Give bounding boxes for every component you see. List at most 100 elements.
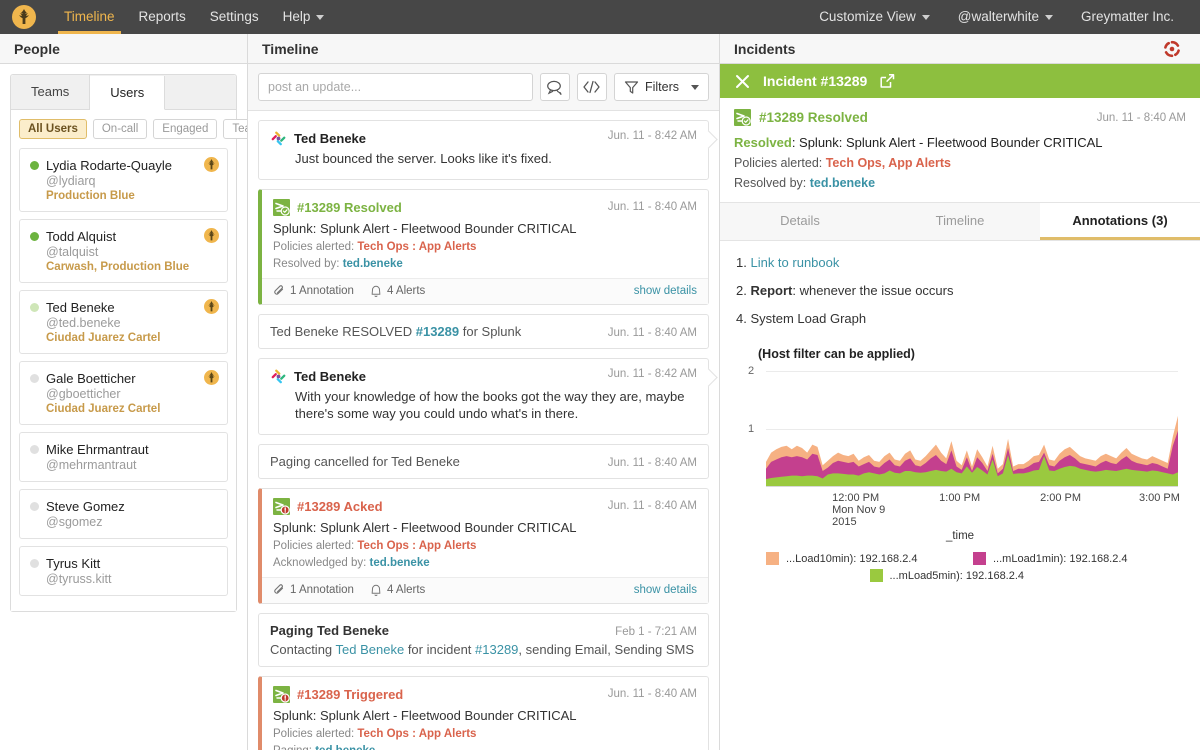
post-update-bar: Filters xyxy=(248,64,719,111)
alert-count[interactable]: 4 Alerts xyxy=(370,584,425,597)
filters-button[interactable]: Filters xyxy=(614,73,709,101)
people-tabs: Teams Users xyxy=(11,75,236,110)
timeline-event-list[interactable]: Ted BenekeJun. 11 - 8:42 AMJust bounced … xyxy=(248,111,719,750)
main-content: Teams Users All Users On-call Engaged Te… xyxy=(0,64,1200,750)
user-card[interactable]: Todd Alquist@talquistCarwash, Production… xyxy=(19,219,228,283)
chart-legend-item[interactable]: ...Load10min): 192.168.2.4 xyxy=(766,552,947,565)
timeline-incident-event[interactable]: #13289 TriggeredJun. 11 - 8:40 AMSplunk:… xyxy=(258,676,709,750)
annotation-count[interactable]: 1 Annotation xyxy=(273,285,354,297)
tab-annotations[interactable]: Annotations (3) xyxy=(1040,203,1200,240)
user-teams: Ciudad Juarez Cartel xyxy=(46,403,217,415)
tab-teams[interactable]: Teams xyxy=(11,75,90,109)
actor-value[interactable]: ted.beneke xyxy=(315,745,375,750)
user-card[interactable]: Ted Beneke@ted.benekeCiudad Juarez Carte… xyxy=(19,290,228,354)
user-card[interactable]: Steve Gomez@sgomez xyxy=(19,489,228,539)
chat-bubble-icon[interactable] xyxy=(540,73,570,101)
filter-all-users[interactable]: All Users xyxy=(19,119,87,139)
nav-customize-view[interactable]: Customize View xyxy=(805,0,944,34)
chart-x-tick-label: 1:00 PM xyxy=(939,492,980,504)
filter-on-call[interactable]: On-call xyxy=(93,119,147,139)
filters-button-label: Filters xyxy=(645,80,679,94)
event-timestamp: Jun. 11 - 8:40 AM xyxy=(598,201,697,213)
tab-users[interactable]: Users xyxy=(90,76,165,110)
incident-detail-subject: Resolved: Splunk: Splunk Alert - Fleetwo… xyxy=(734,135,1186,150)
primary-nav-links: Timeline Reports Settings Help xyxy=(52,0,336,34)
external-link-icon[interactable] xyxy=(879,73,895,89)
timeline-status-event[interactable]: Paging cancelled for Ted BenekeJun. 11 -… xyxy=(258,444,709,479)
user-status-dot xyxy=(30,303,39,312)
acorn-logo[interactable] xyxy=(12,5,36,29)
tab-details[interactable]: Details xyxy=(720,203,880,240)
actor-value[interactable]: ted.beneke xyxy=(343,258,403,270)
timeline-incident-event[interactable]: #13289 ResolvedJun. 11 - 8:40 AMSplunk: … xyxy=(258,189,709,305)
refresh-icon[interactable] xyxy=(1162,39,1182,59)
paperclip-icon xyxy=(273,285,285,297)
policies-value[interactable]: Tech Ops : App Alerts xyxy=(357,728,476,740)
user-name: Steve Gomez xyxy=(46,499,125,514)
alert-count-label: 4 Alerts xyxy=(387,584,425,596)
incident-detail-policies-value[interactable]: Tech Ops, App Alerts xyxy=(826,156,951,170)
user-handle: @mehrmantraut xyxy=(46,458,217,472)
tab-incident-timeline[interactable]: Timeline xyxy=(880,203,1040,240)
user-card[interactable]: Mike Ehrmantraut@mehrmantraut xyxy=(19,432,228,482)
chart-legend-item[interactable]: ...mLoad5min): 192.168.2.4 xyxy=(870,569,1051,582)
paged-user-link[interactable]: Ted Beneke xyxy=(336,642,405,657)
annotation-count[interactable]: 1 Annotation xyxy=(273,584,354,596)
incident-link[interactable]: #13289 xyxy=(416,324,459,339)
show-details-link[interactable]: show details xyxy=(634,584,697,596)
alert-count[interactable]: 4 Alerts xyxy=(370,285,425,298)
chart-y-tick-label: 1 xyxy=(748,423,754,435)
filter-teammates[interactable]: Teammates xyxy=(223,119,248,139)
timeline-paging-event[interactable]: Paging Ted BenekeFeb 1 - 7:21 AMContacti… xyxy=(258,613,709,667)
incident-detail-id: #13289 Resolved xyxy=(759,110,868,125)
timeline-incident-event[interactable]: #13289 AckedJun. 11 - 8:40 AMSplunk: Spl… xyxy=(258,488,709,604)
incident-subject: Splunk: Splunk Alert - Fleetwood Bounder… xyxy=(273,520,697,535)
user-status-dot xyxy=(30,161,39,170)
event-timestamp: Jun. 11 - 8:42 AM xyxy=(598,130,697,142)
show-details-link[interactable]: show details xyxy=(634,285,697,297)
nav-user-menu[interactable]: @walterwhite xyxy=(944,0,1067,34)
incident-id: #13289 xyxy=(297,200,340,215)
nav-link-timeline-label: Timeline xyxy=(64,9,115,24)
nav-link-timeline[interactable]: Timeline xyxy=(52,0,127,34)
nav-link-help[interactable]: Help xyxy=(271,0,337,34)
user-name: Mike Ehrmantraut xyxy=(46,442,149,457)
policies-value[interactable]: Tech Ops : App Alerts xyxy=(357,540,476,552)
policies-value[interactable]: Tech Ops : App Alerts xyxy=(357,241,476,253)
annotation-number: 1. xyxy=(736,255,747,270)
system-load-chart: (Host filter can be applied) 12 12:00 PM… xyxy=(720,343,1200,582)
actor-value[interactable]: ted.beneke xyxy=(370,557,430,569)
incident-link[interactable]: #13289 xyxy=(475,642,518,657)
chart-legend-item[interactable]: ...mLoad1min): 192.168.2.4 xyxy=(973,552,1154,565)
post-update-input[interactable] xyxy=(258,73,533,101)
on-call-badge-icon xyxy=(204,228,219,243)
code-icon[interactable] xyxy=(577,73,607,101)
nav-link-reports[interactable]: Reports xyxy=(127,0,198,34)
nav-link-settings[interactable]: Settings xyxy=(198,0,271,34)
user-card[interactable]: Gale Boetticher@gboetticherCiudad Juarez… xyxy=(19,361,228,425)
people-panel: Teams Users All Users On-call Engaged Te… xyxy=(0,64,248,750)
incident-banner-title: Incident #13289 xyxy=(763,73,867,89)
user-card[interactable]: Tyrus Kitt@tyruss.kitt xyxy=(19,546,228,596)
user-status-dot xyxy=(30,374,39,383)
user-teams: Production Blue xyxy=(46,190,217,202)
nav-org-name[interactable]: Greymatter Inc. xyxy=(1067,0,1188,34)
annotation-number: 4. xyxy=(736,311,747,326)
timeline-chat-event[interactable]: Ted BenekeJun. 11 - 8:42 AMJust bounced … xyxy=(258,120,709,180)
tab-incident-timeline-label: Timeline xyxy=(936,213,985,228)
incident-detail-summary: #13289 Resolved Jun. 11 - 8:40 AM Resolv… xyxy=(720,98,1200,202)
incident-detail-head: #13289 Resolved Jun. 11 - 8:40 AM xyxy=(734,109,1186,126)
user-handle: @talquist xyxy=(46,245,217,259)
user-card[interactable]: Lydia Rodarte-Quayle@lydiarqProduction B… xyxy=(19,148,228,212)
timeline-status-event[interactable]: Ted Beneke RESOLVED #13289 for SplunkJun… xyxy=(258,314,709,349)
annotation-item: 4. System Load Graph xyxy=(736,311,1184,326)
close-icon[interactable] xyxy=(734,73,751,90)
annotation-item: 1. Link to runbook xyxy=(736,255,1184,270)
annotation-number: 2. xyxy=(736,283,747,298)
timeline-chat-event[interactable]: Ted BenekeJun. 11 - 8:42 AMWith your kno… xyxy=(258,358,709,435)
annotation-link[interactable]: Link to runbook xyxy=(750,255,839,270)
nav-link-reports-label: Reports xyxy=(139,9,186,24)
filter-engaged[interactable]: Engaged xyxy=(153,119,217,139)
status-text-pre: Paging cancelled for Ted Beneke xyxy=(270,454,460,469)
incident-detail-actor-value[interactable]: ted.beneke xyxy=(810,176,875,190)
